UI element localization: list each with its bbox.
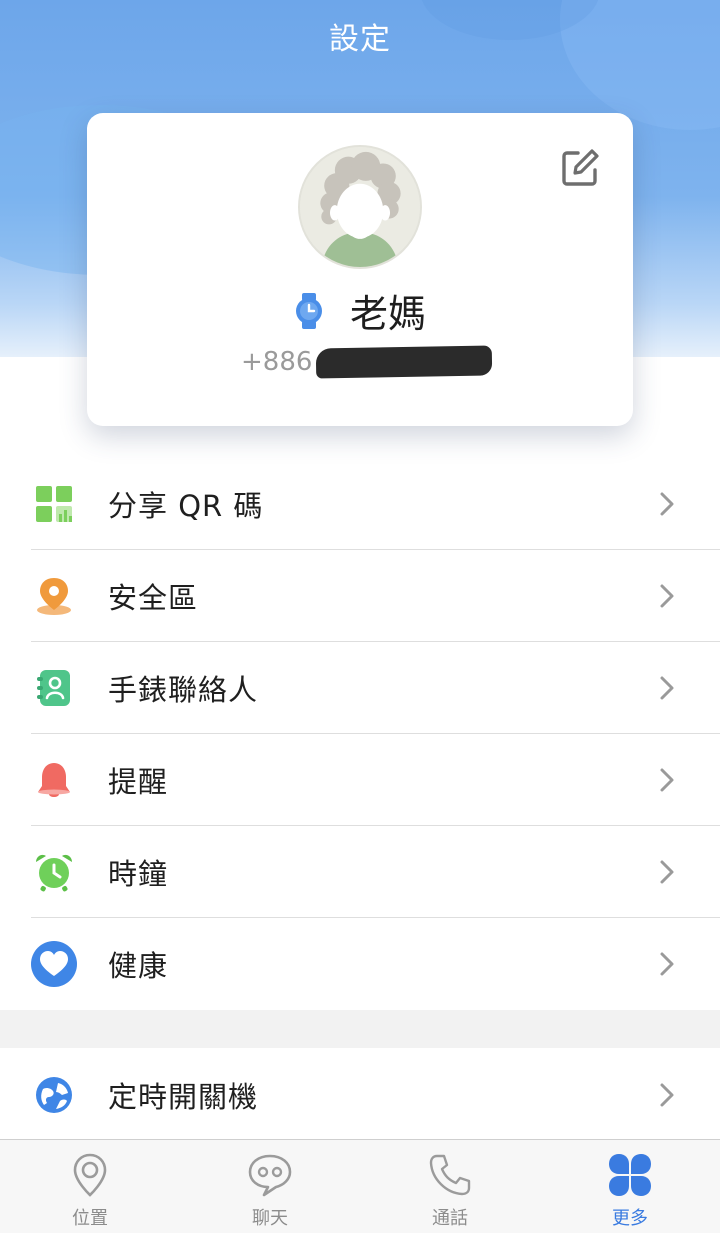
tab-bar: 位置 聊天 通話 更多 bbox=[0, 1139, 720, 1233]
menu-label: 手錶聯絡人 bbox=[108, 673, 259, 707]
profile-name-row: 老媽 bbox=[87, 283, 633, 338]
location-pin-icon bbox=[37, 578, 71, 615]
menu-item-scheduled-power[interactable]: 定時開關機 bbox=[0, 1049, 720, 1141]
chevron-right-icon bbox=[660, 768, 674, 792]
phone-icon bbox=[429, 1154, 471, 1196]
profile-name: 老媽 bbox=[349, 292, 426, 336]
grandmother-avatar-icon bbox=[300, 147, 420, 267]
phone-prefix: +886 bbox=[241, 347, 313, 377]
menu-label: 健康 bbox=[108, 949, 169, 983]
edit-button[interactable] bbox=[561, 149, 599, 187]
settings-menu-secondary: 定時開關機 bbox=[0, 1049, 720, 1141]
tab-label: 通話 bbox=[432, 1208, 468, 1229]
phone-redaction bbox=[316, 345, 493, 379]
tab-label: 聊天 bbox=[252, 1208, 288, 1229]
page-title: 設定 bbox=[329, 22, 391, 57]
settings-menu: 分享 QR 碼 安全區 手錶聯絡人 提醒 時鐘 健康 bbox=[0, 458, 720, 1048]
tab-location[interactable]: 位置 bbox=[0, 1140, 180, 1233]
chevron-right-icon bbox=[660, 860, 674, 884]
tab-label: 更多 bbox=[612, 1208, 648, 1229]
chevron-right-icon bbox=[660, 492, 674, 516]
alarm-clock-icon bbox=[36, 854, 72, 892]
heart-icon bbox=[31, 941, 77, 987]
profile-card: 老媽 +886 bbox=[87, 113, 633, 426]
tab-call[interactable]: 通話 bbox=[360, 1140, 540, 1233]
menu-item-safe-zone[interactable]: 安全區 bbox=[0, 550, 720, 642]
menu-label: 分享 QR 碼 bbox=[108, 489, 264, 523]
bell-icon bbox=[38, 763, 70, 797]
profile-phone: +886 bbox=[241, 345, 493, 379]
chat-icon bbox=[248, 1154, 292, 1197]
menu-item-share-qr[interactable]: 分享 QR 碼 bbox=[0, 458, 720, 550]
chevron-right-icon bbox=[660, 676, 674, 700]
menu-item-health[interactable]: 健康 bbox=[0, 918, 720, 1010]
menu-item-reminder[interactable]: 提醒 bbox=[0, 734, 720, 826]
chevron-right-icon bbox=[660, 952, 674, 976]
more-clover-icon bbox=[609, 1154, 651, 1196]
watch-icon bbox=[295, 292, 322, 329]
tab-more[interactable]: 更多 bbox=[540, 1140, 720, 1233]
location-icon bbox=[73, 1153, 107, 1197]
edit-icon bbox=[562, 149, 599, 186]
menu-label: 定時開關機 bbox=[108, 1080, 259, 1114]
avatar[interactable] bbox=[298, 145, 422, 269]
qr-code-icon bbox=[36, 486, 72, 522]
menu-label: 時鐘 bbox=[108, 857, 169, 891]
section-gap bbox=[0, 1010, 720, 1048]
chevron-right-icon bbox=[660, 1083, 674, 1107]
menu-label: 提醒 bbox=[108, 765, 169, 799]
menu-item-watch-contacts[interactable]: 手錶聯絡人 bbox=[0, 642, 720, 734]
tab-label: 位置 bbox=[72, 1208, 108, 1229]
contacts-book-icon bbox=[37, 670, 70, 706]
tab-chat[interactable]: 聊天 bbox=[180, 1140, 360, 1233]
menu-item-clock[interactable]: 時鐘 bbox=[0, 826, 720, 918]
chevron-right-icon bbox=[660, 584, 674, 608]
power-schedule-icon bbox=[36, 1077, 72, 1113]
menu-label: 安全區 bbox=[108, 581, 199, 615]
